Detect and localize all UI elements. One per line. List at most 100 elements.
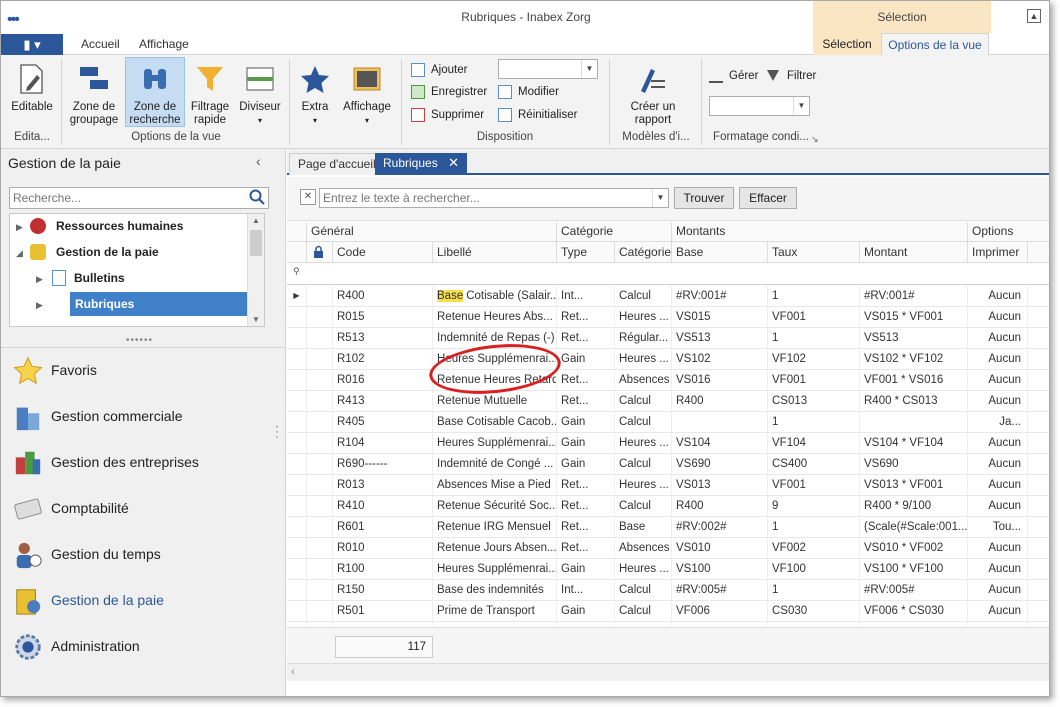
table-cell[interactable]: VS511*VF008	[860, 622, 968, 626]
table-cell[interactable]: Ja...	[968, 412, 1028, 433]
find-button[interactable]: Trouver	[674, 187, 734, 209]
table-cell[interactable]: VS102	[672, 349, 768, 370]
tree-node-ressources-humaines[interactable]: Ressources humaines	[56, 214, 183, 238]
row-indicator[interactable]	[287, 580, 307, 601]
row-indicator[interactable]	[287, 433, 307, 454]
table-cell[interactable]: #RV:001#	[860, 286, 968, 307]
col-base[interactable]: Base	[672, 242, 768, 263]
table-cell[interactable]: Aucun	[968, 433, 1028, 454]
gerer-button[interactable]: Gérer	[709, 67, 758, 85]
doc-tab-page-accueil[interactable]: Page d'accueil	[289, 153, 385, 175]
col-libelle[interactable]: Libellé	[433, 242, 557, 263]
col-montant[interactable]: Montant	[860, 242, 968, 263]
lock-cell[interactable]	[307, 496, 333, 517]
table-cell[interactable]: Aucun	[968, 622, 1028, 626]
search-icon[interactable]	[246, 188, 268, 208]
table-cell[interactable]: Aucun	[968, 328, 1028, 349]
table-row[interactable]: R690------ Indemnité de Congé ... Gain Calc…	[287, 454, 1049, 475]
nav-gestion-commerciale[interactable]: Gestion commerciale	[1, 394, 286, 440]
col-next[interactable]	[1028, 242, 1049, 263]
table-cell[interactable]: VS102 * VF102	[860, 349, 968, 370]
table-cell[interactable]: Ret...	[557, 475, 615, 496]
table-cell[interactable]: Ret...	[557, 370, 615, 391]
find-input[interactable]	[320, 189, 650, 207]
table-cell[interactable]: Absences	[615, 370, 672, 391]
chevron-right-icon[interactable]: ▶	[36, 300, 43, 311]
table-cell[interactable]: Indemnité de Repas	[433, 622, 557, 626]
table-cell[interactable]: Retenue Heures Abs...	[433, 307, 557, 328]
table-cell[interactable]: #RV:002#	[672, 517, 768, 538]
table-cell[interactable]: VF006 * CS030	[860, 601, 968, 622]
table-cell[interactable]: Gain	[557, 349, 615, 370]
table-cell[interactable]: Heures ...	[615, 307, 672, 328]
table-cell[interactable]: R013	[333, 475, 433, 496]
panel-resize-grip[interactable]: · · ·	[275, 420, 279, 442]
table-cell[interactable]: R010	[333, 538, 433, 559]
doc-tab-rubriques[interactable]: Rubriques ✕	[375, 153, 467, 175]
table-cell[interactable]: (Scale(#Scale:001...	[860, 517, 968, 538]
chevron-down-icon[interactable]: ◢	[16, 248, 23, 259]
row-indicator[interactable]	[287, 517, 307, 538]
table-row[interactable]: R100 Heures Supplémenrai... Gain Heures ...…	[287, 559, 1049, 580]
chevron-right-icon[interactable]: ▶	[36, 274, 43, 285]
table-cell[interactable]: VF102	[768, 349, 860, 370]
table-row[interactable]: R513 Indemnité de Repas (-) Ret... Régular.…	[287, 328, 1049, 349]
table-cell[interactable]: Gain	[557, 622, 615, 626]
table-cell[interactable]: Gain	[557, 559, 615, 580]
tab-accueil[interactable]: Accueil	[81, 37, 120, 51]
table-cell[interactable]: R511	[333, 622, 433, 626]
table-cell[interactable]: Ret...	[557, 328, 615, 349]
table-cell[interactable]: Calcul	[615, 286, 672, 307]
table-cell[interactable]: VS015	[672, 307, 768, 328]
col-imprimer[interactable]: Imprimer	[968, 242, 1028, 263]
col-taux[interactable]: Taux	[768, 242, 860, 263]
layout-select[interactable]: ▼	[498, 59, 598, 79]
table-cell[interactable]: Aucun	[968, 496, 1028, 517]
lock-cell[interactable]	[307, 622, 333, 626]
lock-cell[interactable]	[307, 286, 333, 307]
table-row[interactable]: R150 Base des indemnités Int... Calcul #RV:0…	[287, 580, 1049, 601]
tree-node-rubriques[interactable]: Rubriques	[70, 292, 248, 316]
band-options[interactable]: Options	[968, 222, 1049, 242]
tab-affichage[interactable]: Affichage	[139, 37, 189, 51]
nav-gestion-entreprises[interactable]: Gestion des entreprises	[1, 440, 286, 486]
chevron-down-icon[interactable]: ▼	[652, 189, 668, 207]
row-indicator[interactable]	[287, 601, 307, 622]
chevron-down-icon[interactable]: ▼	[581, 60, 597, 78]
lock-cell[interactable]	[307, 559, 333, 580]
splitter-handle[interactable]: ••••••	[126, 335, 153, 346]
table-cell[interactable]: CS013	[768, 391, 860, 412]
table-cell[interactable]: 1	[768, 286, 860, 307]
table-cell[interactable]: 1	[768, 580, 860, 601]
nav-administration[interactable]: Administration	[1, 624, 286, 670]
table-cell[interactable]: VF002	[768, 538, 860, 559]
table-cell[interactable]: Retenue Jours Absen...	[433, 538, 557, 559]
table-cell[interactable]: #RV:005#	[860, 580, 968, 601]
lock-cell[interactable]	[307, 601, 333, 622]
row-indicator[interactable]	[287, 370, 307, 391]
table-cell[interactable]: VS104 * VF104	[860, 433, 968, 454]
table-cell[interactable]: R601	[333, 517, 433, 538]
lock-cell[interactable]	[307, 433, 333, 454]
dialog-launcher-icon[interactable]: ↘	[811, 134, 819, 145]
table-cell[interactable]: Int...	[557, 580, 615, 601]
row-indicator[interactable]	[287, 475, 307, 496]
nav-gestion-paie[interactable]: Gestion de la paie	[1, 578, 286, 624]
table-cell[interactable]: Calcul	[615, 412, 672, 433]
table-cell[interactable]: Retenue Mutuelle	[433, 391, 557, 412]
table-cell[interactable]: Absences	[615, 538, 672, 559]
table-cell[interactable]: 1	[768, 328, 860, 349]
table-cell[interactable]: Ret...	[557, 517, 615, 538]
table-cell[interactable]: CS400	[768, 454, 860, 475]
file-menu-button[interactable]: ▮ ▾	[1, 34, 63, 55]
table-cell[interactable]: VF001 * VS016	[860, 370, 968, 391]
table-cell[interactable]: R102	[333, 349, 433, 370]
table-cell[interactable]: Calcul	[615, 622, 672, 626]
supprimer-button[interactable]: Supprimer	[411, 106, 484, 124]
table-cell[interactable]: R400	[333, 286, 433, 307]
table-row[interactable]: R015 Retenue Heures Abs... Ret... Heures ..…	[287, 307, 1049, 328]
table-row[interactable]: R010 Retenue Jours Absen... Ret... Absences…	[287, 538, 1049, 559]
table-cell[interactable]: Aucun	[968, 538, 1028, 559]
table-cell[interactable]: Aucun	[968, 370, 1028, 391]
table-cell[interactable]: Ret...	[557, 496, 615, 517]
